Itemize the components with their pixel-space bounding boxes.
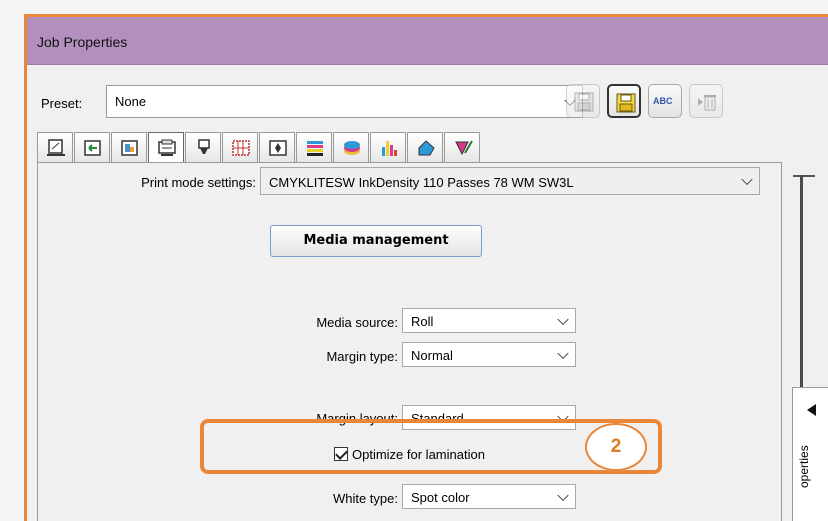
preset-value: None — [115, 94, 147, 109]
chevron-down-icon — [741, 173, 753, 186]
splitter-cap — [793, 175, 815, 177]
save-as-preset-button[interactable] — [607, 84, 641, 118]
media-source-select[interactable]: Roll — [402, 308, 576, 333]
margin-type-select[interactable]: Normal — [402, 342, 576, 367]
shape-icon — [418, 140, 435, 156]
chevron-down-icon — [557, 313, 569, 325]
grid-icon — [232, 140, 250, 156]
tab-color-bars[interactable] — [296, 132, 332, 162]
media-management-button[interactable]: Media management — [270, 225, 482, 257]
tab-position[interactable] — [259, 132, 295, 162]
image-icon — [121, 140, 138, 156]
save-icon — [574, 92, 594, 112]
title-bar: Job Properties — [27, 17, 828, 65]
print-mode-label: Print mode settings: — [141, 175, 256, 190]
side-properties-label: operties — [797, 445, 811, 488]
layers-icon — [344, 141, 360, 155]
ink-levels-icon — [382, 141, 397, 156]
rename-icon: ABC — [653, 96, 673, 106]
rename-preset-button[interactable]: ABC — [648, 84, 682, 118]
position-icon — [269, 140, 287, 156]
document-icon — [47, 139, 65, 156]
window-title: Job Properties — [37, 34, 128, 50]
white-type-value: Spot color — [411, 490, 470, 505]
import-icon — [84, 140, 101, 156]
tab-color-picker[interactable] — [444, 132, 480, 162]
tab-layers[interactable] — [333, 132, 369, 162]
chevron-down-icon — [557, 489, 569, 501]
tab-ink-levels[interactable] — [370, 132, 406, 162]
side-properties-tab[interactable]: operties — [792, 387, 828, 521]
tab-document[interactable] — [37, 132, 73, 162]
white-type-label: White type: — [332, 491, 398, 506]
color-picker-icon — [455, 140, 473, 156]
nozzle-icon — [198, 139, 210, 154]
chevron-down-icon — [557, 347, 569, 359]
media-source-value: Roll — [411, 314, 434, 329]
margin-type-label: Margin type: — [326, 349, 398, 364]
save-preset-button[interactable] — [566, 84, 600, 118]
margin-type-value: Normal — [411, 348, 453, 363]
callout-number-badge: 2 — [585, 423, 647, 471]
delete-preset-button[interactable] — [689, 84, 723, 118]
color-bars-icon — [307, 141, 323, 156]
tab-nozzle[interactable] — [185, 132, 221, 162]
tab-printer[interactable] — [148, 132, 184, 165]
printer-icon — [158, 139, 176, 156]
preset-label: Preset: — [41, 96, 83, 111]
preset-select[interactable]: None — [106, 85, 583, 118]
delete-icon — [698, 95, 716, 111]
tab-import[interactable] — [74, 132, 110, 162]
tab-image[interactable] — [111, 132, 147, 162]
print-mode-select[interactable]: CMYKLITESW InkDensity 110 Passes 78 WM S… — [260, 167, 760, 195]
tab-shape[interactable] — [407, 132, 443, 162]
media-source-label: Media source: — [316, 315, 398, 330]
tab-grid[interactable] — [222, 132, 258, 162]
collapse-left-icon — [807, 404, 816, 416]
print-mode-value: CMYKLITESW InkDensity 110 Passes 78 WM S… — [269, 175, 574, 190]
save-as-icon — [616, 93, 636, 113]
white-type-select[interactable]: Spot color — [402, 484, 576, 509]
